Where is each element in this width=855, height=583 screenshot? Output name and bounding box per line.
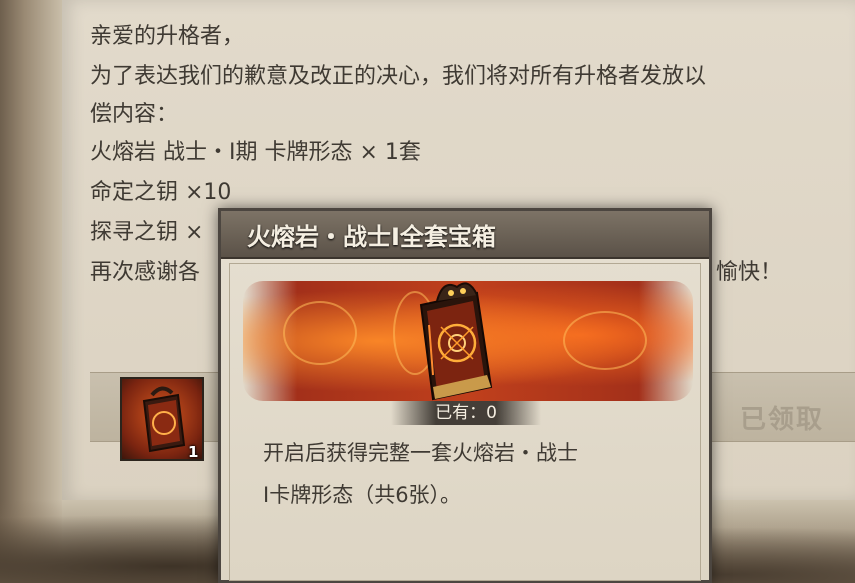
owned-count: 已有：0 [435,403,497,423]
letter-line-compensation: 偿内容： [90,102,179,127]
lava-vein [283,301,357,365]
letter-greeting: 亲爱的升格者， [90,24,245,49]
owned-count-band: 已有：0 [391,401,541,425]
popup-header: 火熔岩・战士Ⅰ全套宝箱 [221,211,709,259]
letter-line-thanks: 再次感谢各 [90,260,201,285]
popup-title: 火熔岩・战士Ⅰ全套宝箱 [247,223,496,251]
popup-description-line: Ⅰ卡牌形态（共6张）。 [263,483,462,507]
reward-count: 1 [188,443,199,461]
claimed-button[interactable]: 已领取 [712,390,852,450]
letter-line-search-key: 探寻之钥 × [90,220,204,245]
letter-frame-left [0,0,62,583]
letter-line-thanks-end: 愉快！ [716,260,783,285]
item-detail-popup: 火熔岩・战士Ⅰ全套宝箱 已有：0 开启后获得完整一套火熔岩・战士 Ⅰ卡牌形态（共… [218,208,712,583]
lava-vein [563,311,647,370]
popup-description-line: 开启后获得完整一套火熔岩・战士 [263,441,578,465]
letter-line-fate-key: 命定之钥 ×10 [90,180,232,205]
letter-line-card-form: 火熔岩 战士・Ⅰ期 卡牌形态 × 1套 [90,140,421,165]
letter-line-apology: 为了表达我们的歉意及改正的决心，我们将对所有升格者发放以 [90,64,707,89]
lava-chest-book-icon [419,282,493,401]
